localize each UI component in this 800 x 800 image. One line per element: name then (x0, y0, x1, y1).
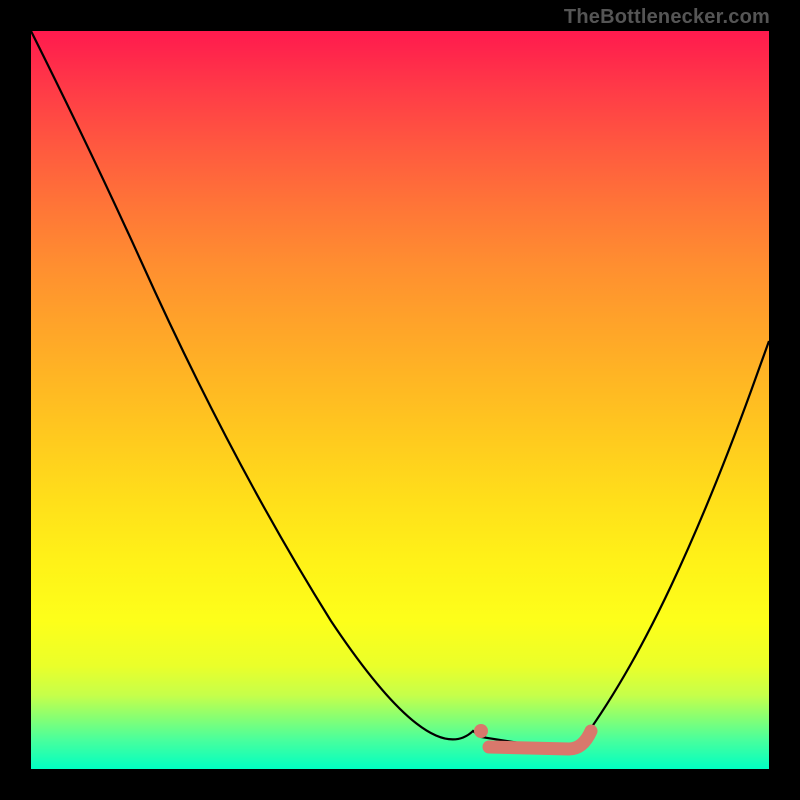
attribution-label: TheBottlenecker.com (564, 6, 770, 29)
main-curve (31, 31, 769, 751)
marker-dot (474, 724, 488, 738)
plot-area (31, 31, 769, 769)
chart-svg (31, 31, 769, 769)
chart-container: TheBottlenecker.com (0, 0, 800, 800)
